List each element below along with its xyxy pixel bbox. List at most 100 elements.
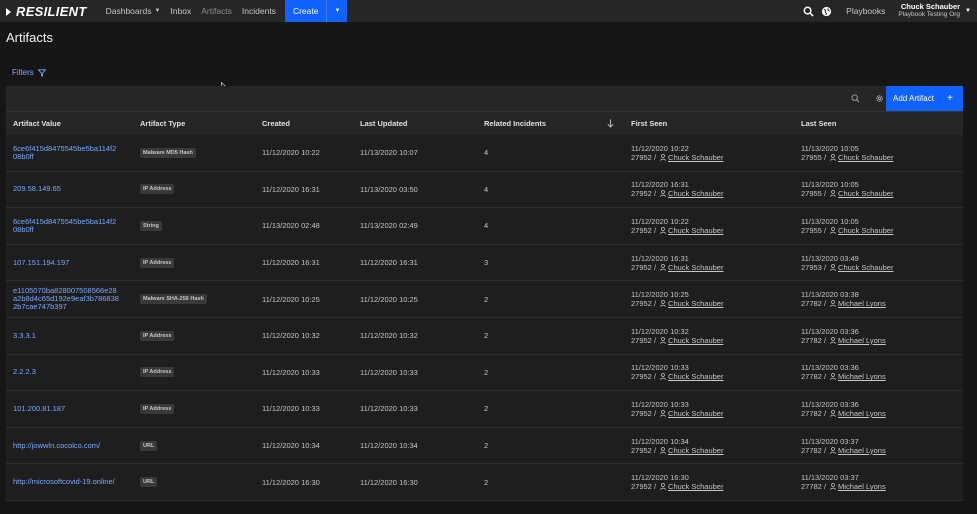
- last-seen-incident-id[interactable]: 27782: [801, 482, 822, 491]
- nav-dashboards[interactable]: Dashboards ▼: [101, 0, 166, 22]
- table-row[interactable]: http://jowwln.cocolco.com/ URL 11/12/202…: [6, 427, 963, 465]
- last-seen-cell: 11/13/2020 03:36 27782 / Michael Lyons: [801, 318, 886, 354]
- first-seen-user-link[interactable]: Chuck Schauber: [668, 263, 723, 272]
- first-seen-incident-id[interactable]: 27952: [631, 409, 652, 418]
- last-seen-user-link[interactable]: Chuck Schauber: [838, 189, 893, 198]
- globe-icon[interactable]: [817, 0, 835, 22]
- last-seen-date: 11/13/2020 10:05: [801, 143, 859, 153]
- created-cell: 11/12/2020 10:25: [262, 294, 320, 304]
- last-seen-incident-id[interactable]: 27782: [801, 299, 822, 308]
- table-row[interactable]: e1105070ba828007508566e28 a2b8d4c65d192e…: [6, 281, 963, 318]
- table-row[interactable]: 2.2.2.3 IP Address 11/12/2020 10:33 11/1…: [6, 354, 963, 392]
- nav-artifacts[interactable]: Artifacts: [196, 0, 237, 22]
- header-created[interactable]: Created: [262, 112, 290, 136]
- first-seen-incident-id[interactable]: 27952: [631, 263, 652, 272]
- user-menu[interactable]: Chuck Schauber Playbook Testing Org ▼: [898, 3, 971, 19]
- header-last-updated[interactable]: Last Updated: [360, 112, 408, 136]
- user-icon: [660, 263, 666, 271]
- first-seen-incident-id[interactable]: 27952: [631, 372, 652, 381]
- create-button[interactable]: Create: [284, 0, 327, 22]
- table-row[interactable]: 3.3.3.1 IP Address 11/12/2020 10:32 11/1…: [6, 317, 963, 355]
- add-artifact-button[interactable]: Add Artifact +: [886, 86, 963, 111]
- first-seen-incident-id[interactable]: 27952: [631, 446, 652, 455]
- last-seen-incident-id[interactable]: 27955: [801, 226, 822, 235]
- last-seen-user-link[interactable]: Michael Lyons: [838, 482, 886, 491]
- first-seen-user-link[interactable]: Chuck Schauber: [668, 299, 723, 308]
- table-row[interactable]: http://microsoftcovid-19.online/ URL 11/…: [6, 464, 963, 501]
- header-last-seen[interactable]: Last Seen: [801, 112, 836, 136]
- table-row[interactable]: 101.200.81.187 IP Address 11/12/2020 10:…: [6, 391, 963, 428]
- last-seen-user-link[interactable]: Chuck Schauber: [838, 263, 893, 272]
- last-seen-incident-id[interactable]: 27782: [801, 372, 822, 381]
- header-artifact-type[interactable]: Artifact Type: [140, 112, 185, 136]
- artifact-value-link[interactable]: http://microsoftcovid-19.online/: [13, 478, 115, 486]
- table-row[interactable]: 209.58.149.65 IP Address 11/12/2020 16:3…: [6, 171, 963, 209]
- last-seen-incident-id[interactable]: 27955: [801, 153, 822, 162]
- header-first-seen[interactable]: First Seen: [631, 112, 667, 136]
- last-seen-user-link[interactable]: Chuck Schauber: [838, 226, 893, 235]
- last-seen-user-link[interactable]: Chuck Schauber: [838, 153, 893, 162]
- nav-inbox[interactable]: Inbox: [165, 0, 196, 22]
- header-artifact-value[interactable]: Artifact Value: [13, 112, 61, 136]
- user-icon: [660, 227, 666, 234]
- resilient-logo[interactable]: RESILIENT: [6, 4, 87, 19]
- filters-toggle[interactable]: Filters: [12, 68, 46, 77]
- create-dropdown-button[interactable]: ▼: [326, 0, 348, 22]
- first-seen-incident-id[interactable]: 27952: [631, 336, 652, 345]
- artifact-value-link[interactable]: e1105070ba828007508566e28 a2b8d4c65d192e…: [13, 287, 119, 311]
- first-seen-user-link[interactable]: Chuck Schauber: [668, 336, 723, 345]
- artifact-value-link[interactable]: 3.3.3.1: [13, 331, 36, 340]
- last-seen-incident-id[interactable]: 27782: [801, 409, 822, 418]
- last-seen-incident-id[interactable]: 27955: [801, 189, 822, 198]
- last-seen-user-link[interactable]: Michael Lyons: [838, 299, 886, 308]
- first-seen-user-link[interactable]: Chuck Schauber: [668, 153, 723, 162]
- table-row[interactable]: 6ce6f415d8475545be5ba114f2 08b0ff String…: [6, 208, 963, 245]
- last-seen-user-link[interactable]: Michael Lyons: [838, 372, 886, 381]
- artifact-value-line: 2.2.2.3: [13, 367, 36, 377]
- last-seen-incident-id[interactable]: 27782: [801, 336, 822, 345]
- first-seen-incident-id[interactable]: 27952: [631, 482, 652, 491]
- artifact-value-link[interactable]: 2.2.2.3: [13, 368, 36, 376]
- first-seen-user-link[interactable]: Chuck Schauber: [668, 226, 723, 235]
- user-icon: [830, 483, 836, 491]
- artifact-value-link[interactable]: 101.200.81.187: [13, 404, 65, 413]
- artifact-value-link[interactable]: 107.151.194.197: [13, 258, 69, 267]
- artifact-value-link[interactable]: 209.58.149.65: [13, 185, 61, 193]
- search-icon[interactable]: [799, 0, 817, 22]
- nav-incidents-label: Incidents: [241, 6, 276, 16]
- first-seen-date: 11/12/2020 16:31: [631, 253, 689, 263]
- top-nav: RESILIENT Dashboards ▼ Inbox Artifacts I…: [0, 0, 977, 22]
- last-seen-date: 11/13/2020 03:37: [801, 436, 859, 446]
- first-seen-incident-id[interactable]: 27952: [631, 226, 652, 235]
- artifact-value-link[interactable]: http://jowwln.cocolco.com/: [13, 441, 100, 450]
- filter-icon: [37, 68, 46, 77]
- separator: /: [651, 299, 657, 309]
- nav-incidents[interactable]: Incidents: [237, 0, 281, 22]
- artifact-value-link[interactable]: 6ce6f415d8475545be5ba114f2 08b0ff: [13, 217, 116, 234]
- artifact-value-link[interactable]: 6ce6f415d8475545be5ba114f2 08b0ff: [13, 144, 116, 161]
- first-seen-user-link[interactable]: Chuck Schauber: [668, 409, 723, 418]
- related-incidents-cell: 2: [484, 441, 489, 451]
- last-seen-user-link[interactable]: Michael Lyons: [838, 336, 886, 345]
- first-seen-user-link[interactable]: Chuck Schauber: [668, 189, 723, 198]
- first-seen-cell: 11/12/2020 10:33 27952 / Chuck Schauber: [631, 355, 723, 391]
- last-seen-incident-id[interactable]: 27953: [801, 263, 822, 272]
- first-seen-incident-id[interactable]: 27952: [631, 299, 652, 308]
- table-row[interactable]: 107.151.194.197 IP Address 11/12/2020 16…: [6, 244, 963, 282]
- first-seen-user-link[interactable]: Chuck Schauber: [668, 446, 723, 455]
- logo-text: RESILIENT: [16, 3, 87, 19]
- sort-arrow-icon[interactable]: [607, 112, 614, 136]
- table-search-icon[interactable]: [844, 86, 866, 111]
- nav-dashboards-label: Dashboards: [105, 6, 152, 16]
- header-related-incidents[interactable]: Related Incidents: [484, 112, 546, 136]
- last-seen-user-link[interactable]: Michael Lyons: [838, 409, 886, 418]
- last-seen-user-link[interactable]: Michael Lyons: [838, 446, 886, 455]
- first-seen-incident-id[interactable]: 27952: [631, 189, 652, 198]
- first-seen-user-link[interactable]: Chuck Schauber: [668, 482, 723, 491]
- artifact-type-badge: URL: [140, 440, 158, 451]
- table-row[interactable]: 6ce6f415d8475545be5ba114f2 08b0ff Malwar…: [6, 135, 963, 172]
- last-seen-incident-id[interactable]: 27782: [801, 446, 822, 455]
- first-seen-incident-id[interactable]: 27952: [631, 153, 652, 162]
- first-seen-user-link[interactable]: Chuck Schauber: [668, 372, 723, 381]
- nav-playbooks[interactable]: Playbooks: [841, 0, 890, 22]
